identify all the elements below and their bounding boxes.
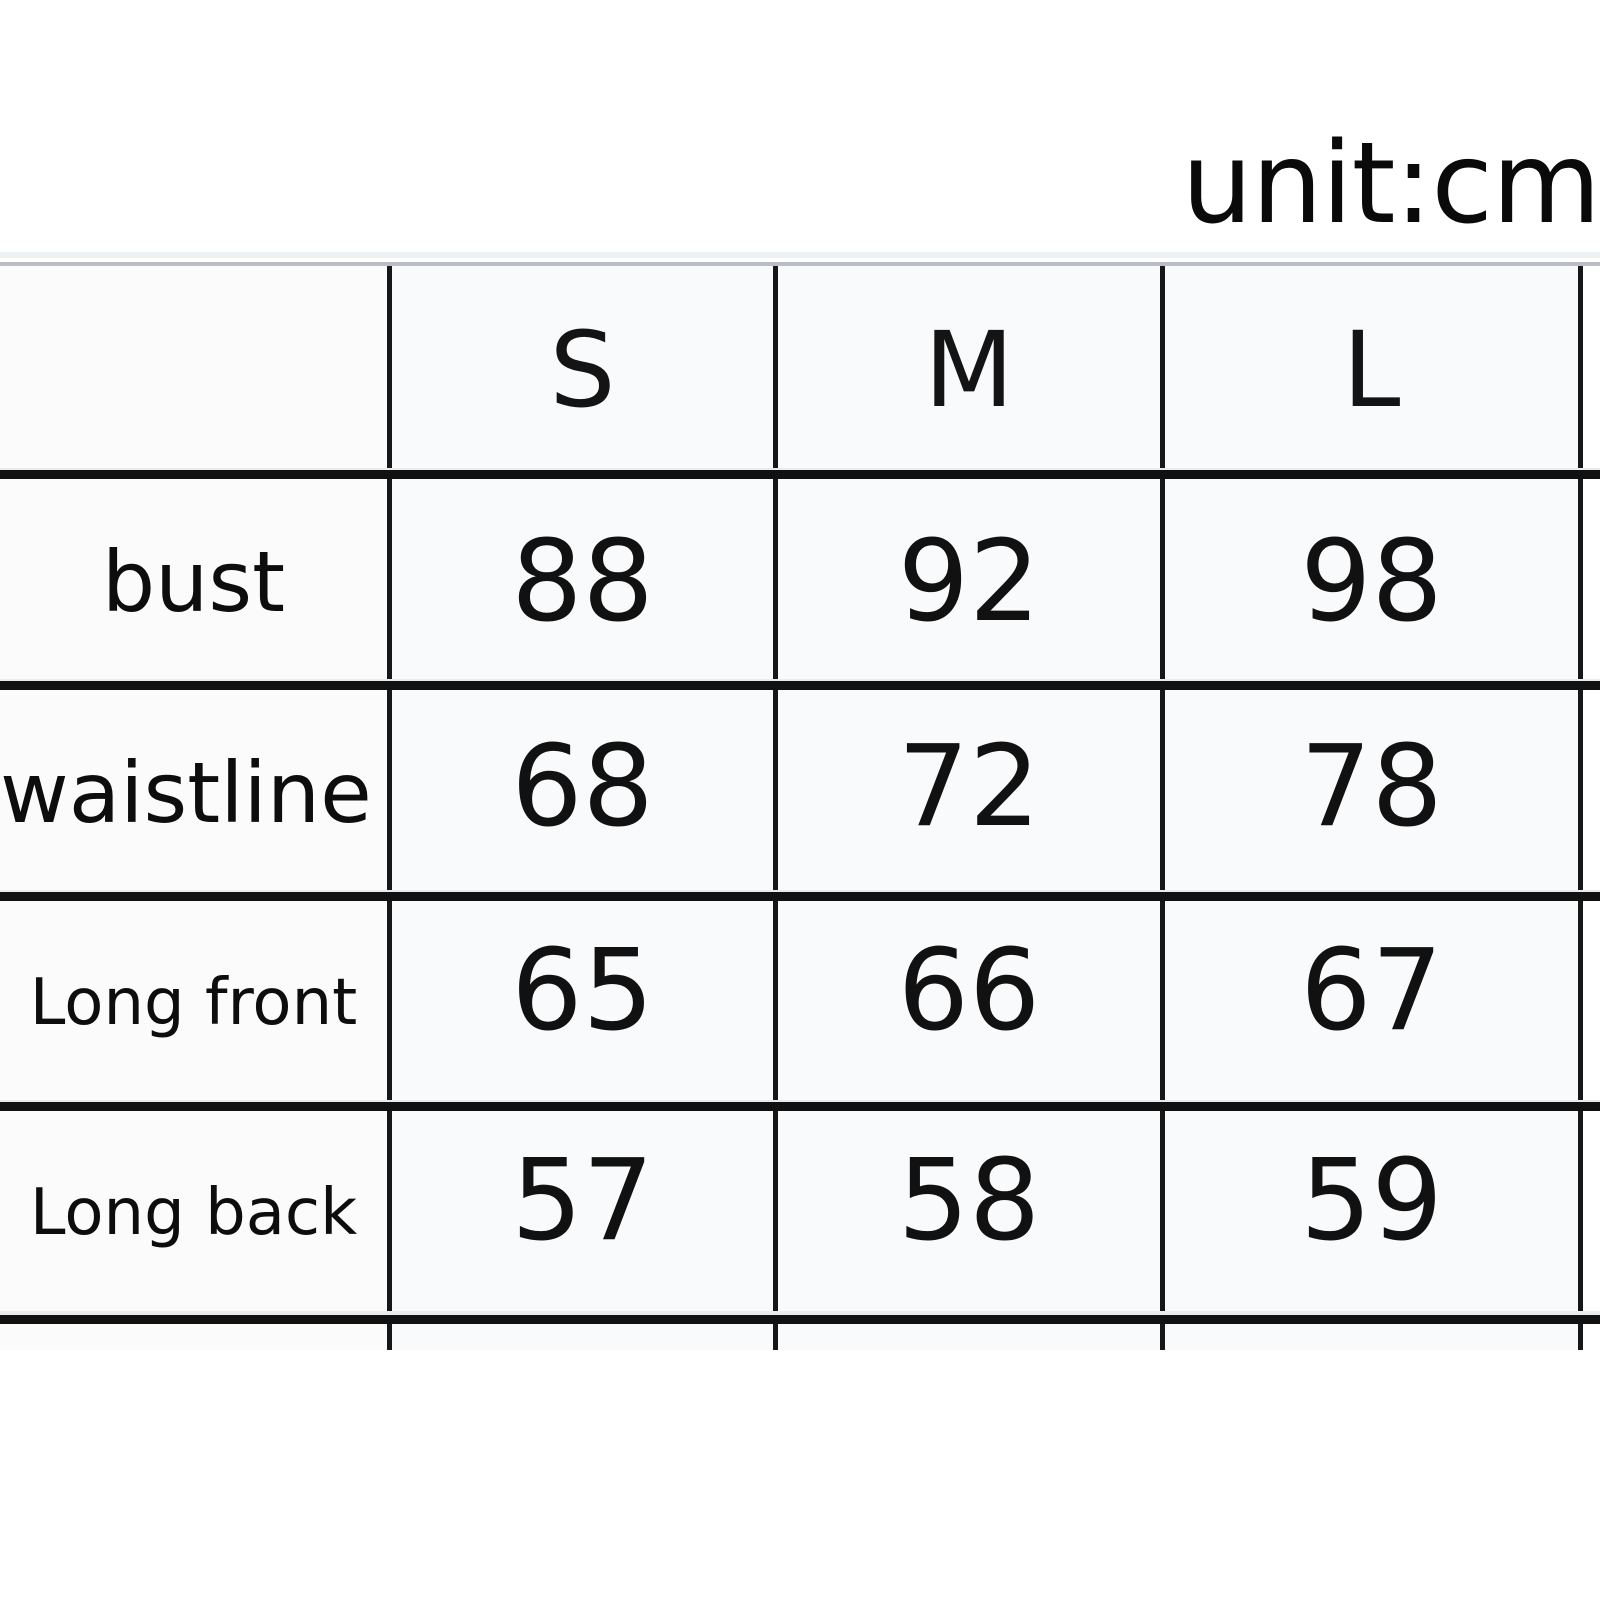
value-long-back-l: 59 [1300,1136,1443,1266]
cell-long-front-s: 65 [392,901,778,1105]
header-cell-l: L [1165,266,1583,473]
cell-long-back-s: 57 [392,1111,778,1315]
size-chart-image: unit:cm S M L bust 88 92 98 waistline 68… [0,0,1600,1600]
rule-below-waistline [0,892,1600,901]
row-label-cell: waistline [0,690,392,895]
cell-bust-m: 92 [778,479,1165,684]
row-label-bust: bust [101,532,286,631]
cell-waistline-l: 78 [1165,690,1583,895]
row-label-waistline: waistline [0,743,372,842]
value-waistline-l: 78 [1300,721,1443,852]
cell-long-back-l: 59 [1165,1111,1583,1315]
cell-bust-s: 88 [392,479,778,684]
value-waistline-s: 68 [511,721,654,852]
value-bust-l: 98 [1300,516,1443,647]
value-bust-s: 88 [511,516,654,647]
value-waistline-m: 72 [897,721,1041,852]
rule-below-long-back [0,1315,1600,1324]
table-row-clipped [0,1324,1600,1350]
rule-below-long-front [0,1102,1600,1111]
header-label-m: M [924,308,1014,431]
value-long-front-l: 67 [1300,926,1443,1056]
cell-long-front-l: 67 [1165,901,1583,1105]
cell-long-front-m: 66 [778,901,1165,1105]
value-long-front-s: 65 [511,926,654,1056]
clipped-label-cell [0,1324,392,1350]
table-row: Long front 65 66 67 [0,901,1600,1105]
value-long-back-s: 57 [511,1136,654,1266]
table-row: waistline 68 72 78 [0,690,1600,895]
rule-below-header [0,470,1600,479]
header-cell-blank [0,266,392,473]
cell-long-back-m: 58 [778,1111,1165,1315]
value-bust-m: 92 [897,516,1041,647]
row-label-long-front: Long front [29,966,358,1040]
row-label-cell: Long front [0,901,392,1105]
clipped-cell-l [1165,1324,1583,1350]
table-header-row: S M L [0,266,1600,473]
sheet-top-shadow [0,252,1600,258]
unit-label: unit:cm [1181,119,1600,249]
size-chart-table: S M L bust 88 92 98 waistline 68 72 78 L… [0,252,1600,1350]
row-label-cell: bust [0,479,392,684]
cell-waistline-m: 72 [778,690,1165,895]
rule-below-bust [0,681,1600,690]
header-cell-m: M [778,266,1165,473]
row-label-cell: Long back [0,1111,392,1315]
clipped-cell-m [778,1324,1165,1350]
cell-waistline-s: 68 [392,690,778,895]
value-long-back-m: 58 [897,1136,1041,1266]
table-row: bust 88 92 98 [0,479,1600,684]
value-long-front-m: 66 [897,926,1041,1056]
header-label-l: L [1342,308,1401,431]
table-row: Long back 57 58 59 [0,1111,1600,1315]
row-label-long-back: Long back [29,1176,358,1250]
cell-bust-l: 98 [1165,479,1583,684]
header-label-s: S [549,308,616,431]
header-cell-s: S [392,266,778,473]
clipped-cell-s [392,1324,778,1350]
